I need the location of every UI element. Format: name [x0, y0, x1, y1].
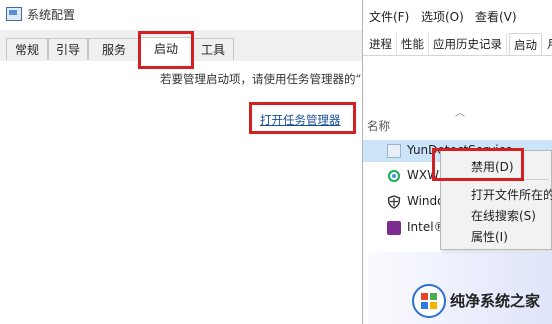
menu-options[interactable]: 选项(O)	[421, 8, 464, 25]
startup-panel: 若要管理启动项，请使用任务管理器的“ 打开任务管理器	[0, 61, 362, 324]
window-title: 系统配置	[27, 8, 76, 22]
title-bar: 系统配置	[0, 0, 362, 30]
tab-boot[interactable]: 引导	[48, 38, 88, 60]
sort-up-icon: ︿	[455, 108, 465, 119]
tab-overflow[interactable]: 月	[543, 33, 552, 55]
startup-hint-text: 若要管理启动项，请使用任务管理器的“	[160, 72, 362, 86]
menu-item-properties[interactable]: 属性(I)	[441, 227, 552, 247]
shield-icon	[387, 195, 401, 209]
tab-processes[interactable]: 进程	[365, 33, 397, 55]
tab-app-history[interactable]: 应用历史记录	[429, 33, 507, 55]
column-header-name[interactable]: 名称	[367, 118, 390, 134]
menu-file[interactable]: 文件(F)	[369, 8, 409, 25]
system-config-icon	[6, 7, 22, 21]
app-icon	[387, 144, 401, 158]
menu-view[interactable]: 查看(V)	[475, 8, 517, 25]
menu-bar: 文件(F) 选项(O) 查看(V)	[363, 8, 552, 28]
intel-app-icon	[387, 221, 401, 235]
watermark-background	[368, 252, 552, 324]
tab-services[interactable]: 服务	[88, 38, 140, 60]
tab-startup-taskmgr[interactable]: 启动	[509, 33, 542, 55]
windows-logo-icon	[412, 284, 446, 318]
menu-item-open-file-location[interactable]: 打开文件所在的	[441, 185, 552, 205]
highlight-startup-tab	[138, 31, 194, 69]
tab-performance[interactable]: 性能	[397, 33, 429, 55]
menu-item-search-online[interactable]: 在线搜索(S)	[441, 206, 552, 226]
wechat-icon	[387, 169, 401, 183]
watermark-text: 纯净系统之家	[450, 292, 541, 310]
tab-general[interactable]: 常规	[6, 38, 48, 60]
highlight-disable-item	[432, 148, 524, 181]
highlight-open-task-manager	[249, 102, 356, 134]
startup-row-name: Windo	[407, 194, 445, 208]
task-manager-tab-strip: 进程 性能 应用历史记录 启动 月	[363, 33, 552, 56]
tab-tools[interactable]: 工具	[192, 38, 234, 60]
